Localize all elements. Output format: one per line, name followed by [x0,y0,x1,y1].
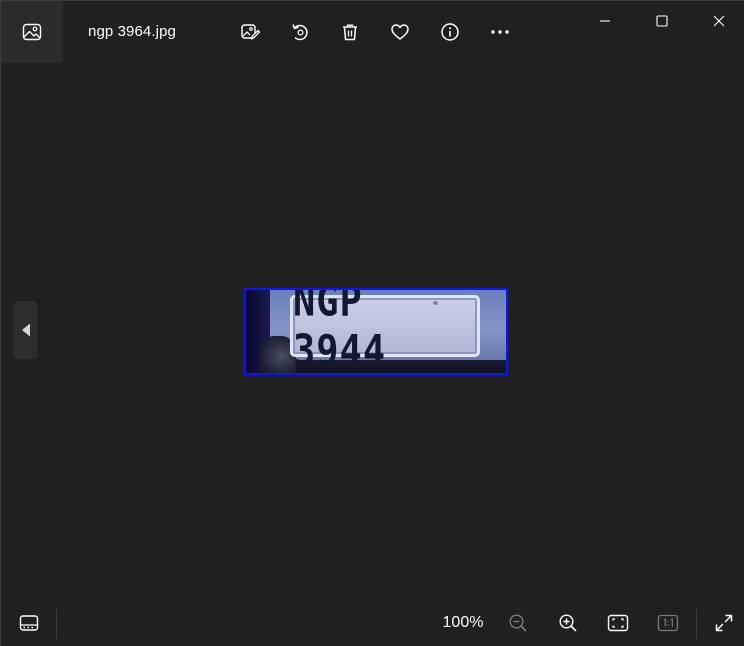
delete-button[interactable] [334,17,366,47]
photos-app-icon [22,23,42,41]
filmstrip-icon [19,615,39,631]
filmstrip-button[interactable] [13,608,45,638]
trash-icon [343,24,357,41]
rotate-icon [292,24,308,41]
actual-size-button[interactable] [652,608,684,638]
edit-image-icon [241,24,260,40]
edit-image-button[interactable] [234,17,266,47]
full-screen-button[interactable] [708,608,740,638]
divider [56,609,57,639]
license-plate: NGP 3944 [290,290,480,373]
more-icon [491,30,509,34]
maximize-button[interactable] [639,5,685,37]
info-icon [441,23,459,41]
bottom-bar: 100% [1,599,744,646]
more-options-button[interactable] [484,17,516,47]
app-icon-button[interactable] [1,1,63,63]
zoom-level[interactable]: 100% [437,614,489,632]
close-icon [713,15,725,27]
image-viewer: NGP 3944 [1,63,744,599]
previous-image-button[interactable] [13,301,38,359]
actual-size-icon [657,614,679,632]
minimize-icon [600,20,610,22]
displayed-photo: NGP 3944 [244,288,508,375]
zoom-in-button[interactable] [552,608,584,638]
zoom-out-icon [509,614,527,632]
heart-icon [391,24,409,40]
rotate-button[interactable] [284,17,316,47]
file-name-title: ngp 3964.jpg [88,23,176,40]
file-info-button[interactable] [434,17,466,47]
full-screen-icon [715,614,733,632]
zoom-out-button[interactable] [502,608,534,638]
photos-app-window: ngp 3964.jpg NGP 3944 100% [0,0,744,646]
divider [696,609,697,639]
title-bar: ngp 3964.jpg [1,1,744,63]
fit-to-window-icon [607,614,629,632]
favorite-button[interactable] [384,17,416,47]
minimize-button[interactable] [582,5,628,37]
zoom-in-icon [559,614,577,632]
maximize-icon [656,15,668,27]
fit-to-window-button[interactable] [602,608,634,638]
license-plate-text: NGP 3944 [293,288,387,375]
previous-arrow-icon [21,323,30,337]
close-button[interactable] [696,5,742,37]
